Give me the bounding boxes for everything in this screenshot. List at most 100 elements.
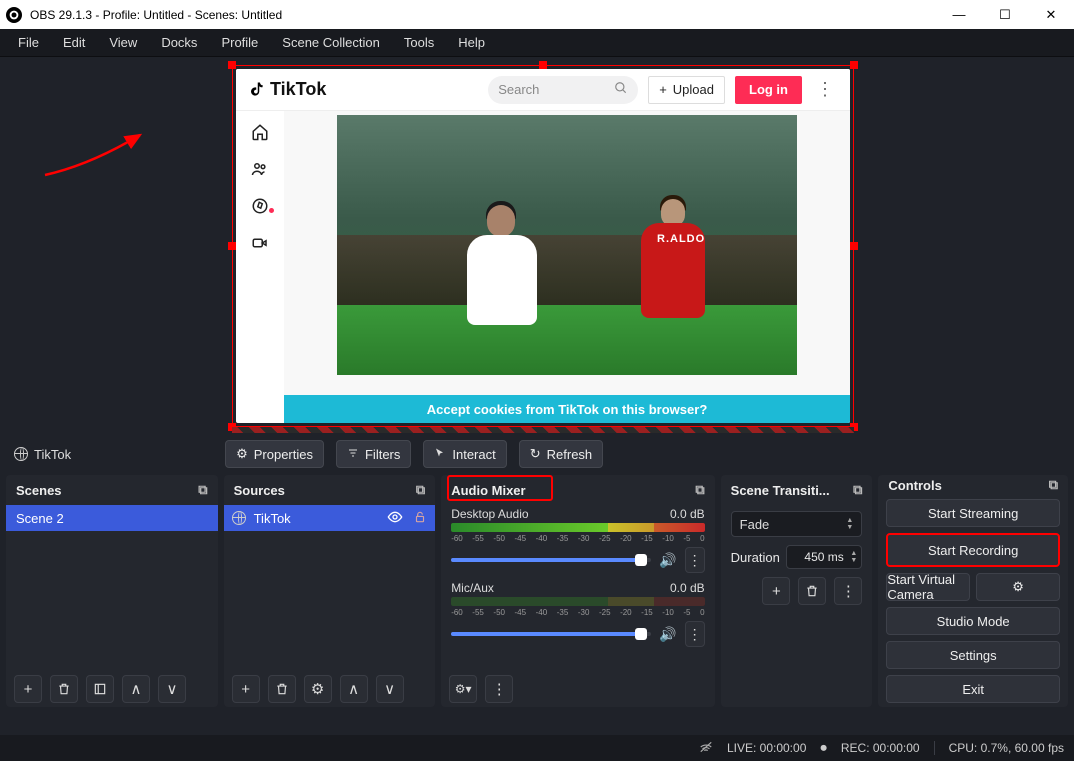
selection-handle[interactable] xyxy=(228,242,236,250)
selection-handle[interactable] xyxy=(228,61,236,69)
source-item[interactable]: TikTok xyxy=(224,505,436,531)
more-icon[interactable]: ⋮ xyxy=(812,79,838,100)
search-input[interactable]: Search xyxy=(488,76,638,104)
jersey-name: R.ALDO xyxy=(657,233,705,245)
menu-profile[interactable]: Profile xyxy=(211,31,268,54)
tiktok-logo[interactable]: TikTok xyxy=(248,79,326,100)
visibility-icon[interactable] xyxy=(387,509,403,528)
live-status: LIVE: 00:00:00 xyxy=(727,741,806,755)
delete-source-button[interactable] xyxy=(268,675,296,703)
tiktok-header: TikTok Search + Upload Log in ⋮ xyxy=(236,69,850,111)
source-properties-button[interactable]: ⚙ xyxy=(304,675,332,703)
popout-icon[interactable]: ⧉ xyxy=(853,482,862,498)
tiktok-feed: R.ALDO ▲ ▼ 1.1M Accept cookies from Ti xyxy=(284,111,850,423)
separator xyxy=(934,741,935,755)
add-source-button[interactable]: + xyxy=(232,675,260,703)
transition-select[interactable]: Fade ▲▼ xyxy=(731,511,863,537)
meter-ticks: -60-55-50-45-40-35-30-25-20-15-10-50 xyxy=(451,608,704,617)
popout-icon[interactable]: ⧉ xyxy=(695,482,704,498)
volume-slider[interactable] xyxy=(451,632,651,636)
menu-view[interactable]: View xyxy=(99,31,147,54)
popout-icon[interactable]: ⧉ xyxy=(198,482,207,498)
start-streaming-button[interactable]: Start Streaming xyxy=(886,499,1060,527)
channel-level: 0.0 dB xyxy=(670,581,705,595)
preview-area[interactable]: TikTok Search + Upload Log in ⋮ xyxy=(0,57,1074,433)
interact-label: Interact xyxy=(452,447,495,462)
move-source-down-button[interactable]: ∨ xyxy=(376,675,404,703)
scene-item[interactable]: Scene 2 xyxy=(6,505,218,531)
volume-slider[interactable] xyxy=(451,558,651,562)
delete-transition-button[interactable] xyxy=(798,577,826,605)
selected-source-label: TikTok xyxy=(14,447,71,462)
home-icon[interactable] xyxy=(251,123,269,146)
interact-button[interactable]: Interact xyxy=(423,440,506,468)
menu-help[interactable]: Help xyxy=(448,31,495,54)
obs-logo-icon xyxy=(6,7,22,23)
minimize-button[interactable]: — xyxy=(936,0,982,29)
mixer-menu-button[interactable]: ⋮ xyxy=(485,675,513,703)
refresh-button[interactable]: ↻ Refresh xyxy=(519,440,603,468)
add-scene-button[interactable]: + xyxy=(14,675,42,703)
upload-button[interactable]: + Upload xyxy=(648,76,725,104)
network-icon xyxy=(699,740,713,757)
channel-menu-button[interactable]: ⋮ xyxy=(685,621,705,647)
status-bar: LIVE: 00:00:00 ⏺ REC: 00:00:00 CPU: 0.7%… xyxy=(0,735,1074,761)
menu-edit[interactable]: Edit xyxy=(53,31,95,54)
settings-button[interactable]: Settings xyxy=(886,641,1060,669)
audio-meter xyxy=(451,597,704,606)
delete-scene-button[interactable] xyxy=(50,675,78,703)
popout-icon[interactable]: ⧉ xyxy=(1049,477,1058,493)
tiktok-logo-text: TikTok xyxy=(270,79,326,100)
search-icon xyxy=(614,81,628,98)
close-button[interactable]: ✕ xyxy=(1028,0,1074,29)
move-source-up-button[interactable]: ∧ xyxy=(340,675,368,703)
globe-icon xyxy=(232,511,246,525)
speaker-icon[interactable]: 🔊 xyxy=(659,626,676,643)
video-content: R.ALDO xyxy=(627,185,717,375)
lock-icon[interactable] xyxy=(413,510,427,527)
properties-button[interactable]: ⚙ Properties xyxy=(225,440,324,468)
selection-handle[interactable] xyxy=(850,242,858,250)
scenes-panel: Scenes ⧉ Scene 2 + ∧ ∨ xyxy=(6,475,218,707)
start-recording-button[interactable]: Start Recording xyxy=(886,533,1060,567)
video-player[interactable]: R.ALDO ▲ ▼ 1.1M xyxy=(337,115,797,375)
menu-tools[interactable]: Tools xyxy=(394,31,444,54)
login-button[interactable]: Log in xyxy=(735,76,802,104)
cookie-banner[interactable]: Accept cookies from TikTok on this brows… xyxy=(284,395,850,423)
start-virtual-camera-button[interactable]: Start Virtual Camera xyxy=(886,573,970,601)
audio-mixer-panel: Audio Mixer ⧉ Desktop Audio 0.0 dB -60-5… xyxy=(441,475,714,707)
search-placeholder: Search xyxy=(498,82,539,97)
maximize-button[interactable]: ☐ xyxy=(982,0,1028,29)
sources-panel: Sources ⧉ TikTok + ⚙ ∧ ∨ xyxy=(224,475,436,707)
duration-value: 450 ms xyxy=(804,550,843,564)
live-icon[interactable] xyxy=(251,234,269,257)
add-transition-button[interactable]: + xyxy=(762,577,790,605)
channel-menu-button[interactable]: ⋮ xyxy=(685,547,705,573)
move-scene-up-button[interactable]: ∧ xyxy=(122,675,150,703)
browser-source-content: TikTok Search + Upload Log in ⋮ xyxy=(236,69,850,423)
move-scene-down-button[interactable]: ∨ xyxy=(158,675,186,703)
scene-filter-button[interactable] xyxy=(86,675,114,703)
explore-icon[interactable] xyxy=(251,197,269,220)
crop-indicator xyxy=(232,427,854,433)
popout-icon[interactable]: ⧉ xyxy=(416,482,425,498)
selection-handle[interactable] xyxy=(539,61,547,69)
mixer-settings-button[interactable]: ⚙▾ xyxy=(449,675,477,703)
exit-button[interactable]: Exit xyxy=(886,675,1060,703)
following-icon[interactable] xyxy=(251,160,269,183)
menu-docks[interactable]: Docks xyxy=(151,31,207,54)
desktop-audio-channel: Desktop Audio 0.0 dB -60-55-50-45-40-35-… xyxy=(441,505,714,579)
speaker-icon[interactable]: 🔊 xyxy=(659,552,676,569)
selection-handle[interactable] xyxy=(850,61,858,69)
studio-mode-button[interactable]: Studio Mode xyxy=(886,607,1060,635)
filters-icon xyxy=(347,447,359,462)
mic-aux-channel: Mic/Aux 0.0 dB -60-55-50-45-40-35-30-25-… xyxy=(441,579,714,653)
menu-file[interactable]: File xyxy=(8,31,49,54)
transition-menu-button[interactable]: ⋮ xyxy=(834,577,862,605)
menu-scene-collection[interactable]: Scene Collection xyxy=(272,31,390,54)
virtual-camera-settings-button[interactable]: ⚙ xyxy=(976,573,1060,601)
filters-button[interactable]: Filters xyxy=(336,440,411,468)
channel-name: Mic/Aux xyxy=(451,581,494,595)
scene-transitions-panel: Scene Transiti... ⧉ Fade ▲▼ Duration 450… xyxy=(721,475,873,707)
duration-spinner[interactable]: 450 ms ▲▼ xyxy=(786,545,863,569)
